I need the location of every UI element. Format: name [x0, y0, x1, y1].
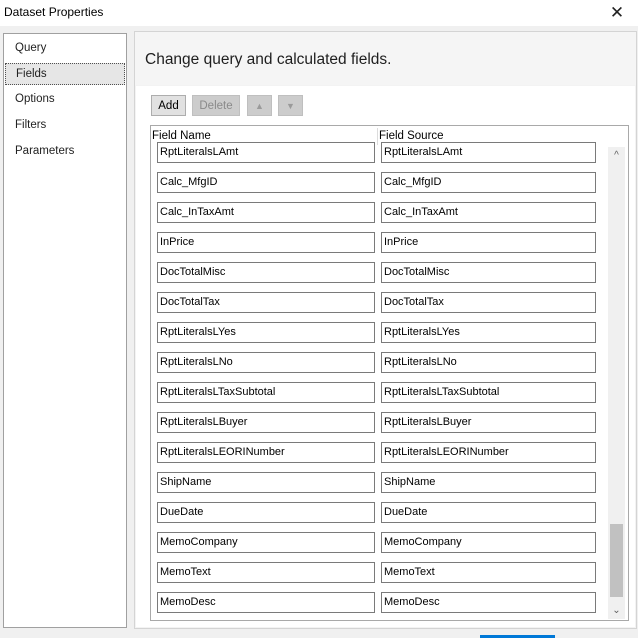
field-name-input[interactable]: RptLiteralsLBuyer — [157, 412, 375, 433]
scrollbar-thumb[interactable] — [610, 524, 623, 597]
vertical-scrollbar[interactable]: ^ ⌄ — [608, 147, 625, 619]
field-name-input[interactable]: RptLiteralsLTaxSubtotal — [157, 382, 375, 403]
field-source-input[interactable]: RptLiteralsLTaxSubtotal — [381, 382, 596, 403]
title-bar: Dataset Properties ✕ — [0, 0, 638, 26]
field-source-input[interactable]: MemoText — [381, 562, 596, 583]
field-name-input[interactable]: RptLiteralsLNo — [157, 352, 375, 373]
page-title: Change query and calculated fields. — [145, 51, 392, 68]
sidebar-item-query[interactable]: Query — [5, 38, 125, 60]
main-panel: Change query and calculated fields. Add … — [134, 31, 637, 629]
field-source-input[interactable]: RptLiteralsLBuyer — [381, 412, 596, 433]
field-source-input[interactable]: RptLiteralsLYes — [381, 322, 596, 343]
field-name-input[interactable]: DocTotalMisc — [157, 262, 375, 283]
sidebar-item-fields[interactable]: Fields — [5, 63, 125, 85]
field-name-input[interactable]: RptLiteralsLEORINumber — [157, 442, 375, 463]
field-name-input[interactable]: RptLiteralsLYes — [157, 322, 375, 343]
field-name-input[interactable]: RptLiteralsLAmt — [157, 142, 375, 163]
add-button[interactable]: Add — [151, 95, 186, 116]
field-source-input[interactable]: Calc_MfgID — [381, 172, 596, 193]
fields-grid: Field Name Field Source RptLiteralsLAmt … — [150, 125, 629, 621]
field-name-input[interactable]: ShipName — [157, 472, 375, 493]
field-name-input[interactable]: DocTotalTax — [157, 292, 375, 313]
window-title: Dataset Properties — [4, 5, 104, 19]
field-source-input[interactable]: DueDate — [381, 502, 596, 523]
field-source-input[interactable]: ShipName — [381, 472, 596, 493]
field-name-input[interactable]: MemoDesc — [157, 592, 375, 613]
field-source-input[interactable]: Calc_InTaxAmt — [381, 202, 596, 223]
column-header-field-name: Field Name — [152, 130, 211, 142]
field-name-input[interactable]: MemoText — [157, 562, 375, 583]
sidebar-item-options[interactable]: Options — [5, 89, 125, 111]
field-source-input[interactable]: MemoCompany — [381, 532, 596, 553]
field-source-input[interactable]: DocTotalTax — [381, 292, 596, 313]
arrow-down-icon: ▼ — [286, 100, 295, 111]
arrow-up-icon: ▲ — [255, 100, 264, 111]
field-source-input[interactable]: RptLiteralsLNo — [381, 352, 596, 373]
close-button[interactable]: ✕ — [597, 0, 637, 26]
sidebar: Query Fields Options Filters Parameters — [3, 33, 127, 628]
chevron-down-icon[interactable]: ⌄ — [608, 602, 625, 619]
field-source-input[interactable]: MemoDesc — [381, 592, 596, 613]
sidebar-item-filters[interactable]: Filters — [5, 115, 125, 137]
sidebar-item-parameters[interactable]: Parameters — [5, 141, 125, 163]
chevron-up-icon[interactable]: ^ — [608, 147, 625, 164]
column-header-field-source: Field Source — [379, 130, 444, 142]
field-name-input[interactable]: Calc_InTaxAmt — [157, 202, 375, 223]
field-source-input[interactable]: DocTotalMisc — [381, 262, 596, 283]
field-source-input[interactable]: RptLiteralsLAmt — [381, 142, 596, 163]
column-divider[interactable] — [377, 128, 378, 145]
fields-content: Add Delete ▲ ▼ Field Name Field Source R… — [136, 86, 635, 627]
field-name-input[interactable]: InPrice — [157, 232, 375, 253]
move-up-button[interactable]: ▲ — [247, 95, 272, 116]
close-icon: ✕ — [609, 3, 625, 22]
field-source-input[interactable]: RptLiteralsLEORINumber — [381, 442, 596, 463]
field-name-input[interactable]: DueDate — [157, 502, 375, 523]
field-source-input[interactable]: InPrice — [381, 232, 596, 253]
field-name-input[interactable]: MemoCompany — [157, 532, 375, 553]
delete-button[interactable]: Delete — [192, 95, 240, 116]
field-name-input[interactable]: Calc_MfgID — [157, 172, 375, 193]
page-header: Change query and calculated fields. — [135, 32, 636, 85]
table-row: MemoDesc MemoDesc — [151, 592, 608, 620]
move-down-button[interactable]: ▼ — [278, 95, 303, 116]
